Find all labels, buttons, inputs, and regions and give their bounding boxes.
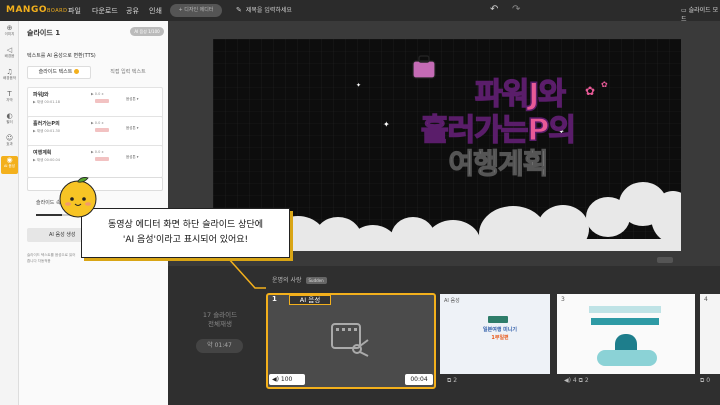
callout-text: 동영상 에디터 화면 하단 슬라이드 상단에 'AI 음성'이라고 표시되어 있어… <box>107 220 264 245</box>
callout-pointer <box>227 257 266 289</box>
mango-character-icon <box>59 177 97 218</box>
